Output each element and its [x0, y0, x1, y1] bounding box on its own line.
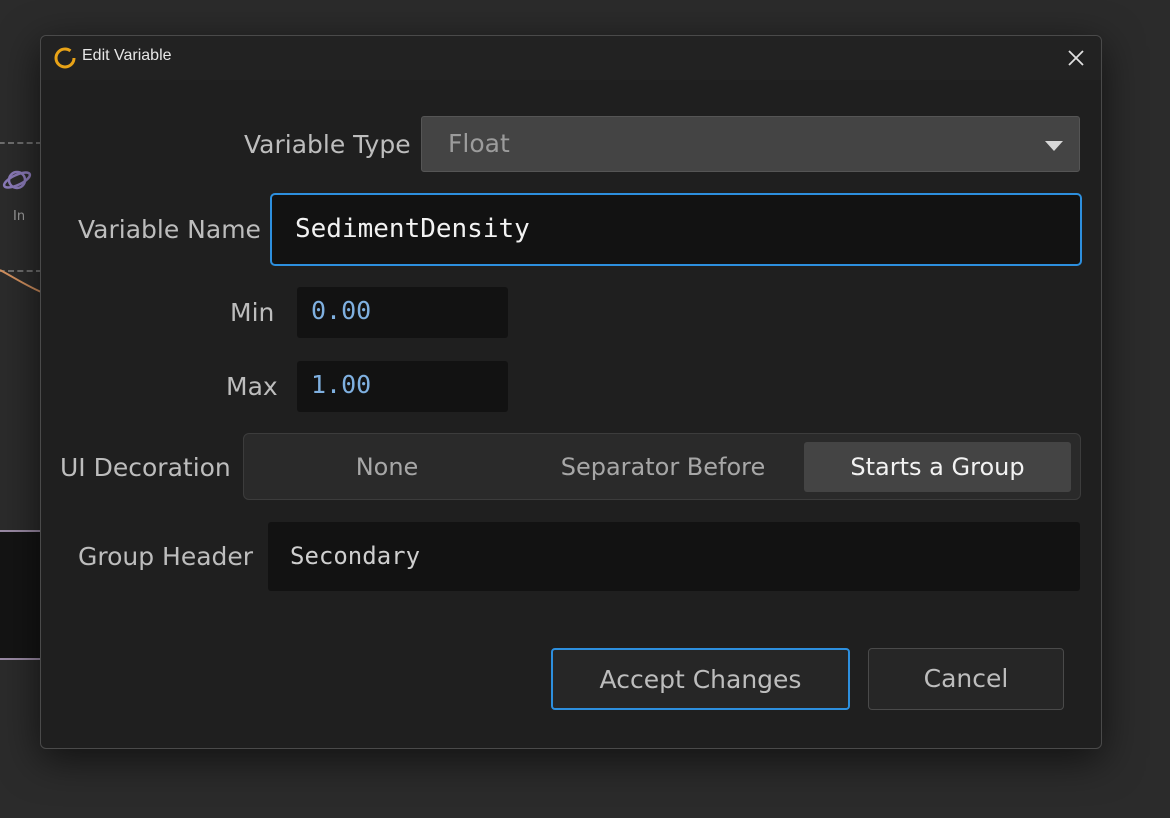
min-value: 0.00 — [311, 296, 372, 325]
accept-changes-button[interactable]: Accept Changes — [551, 648, 850, 710]
ui-decoration-option-separator-before[interactable]: Separator Before — [528, 442, 798, 492]
variable-type-value: Float — [448, 129, 510, 158]
ui-decoration-option-none[interactable]: None — [252, 442, 522, 492]
variable-type-label: Variable Type — [244, 130, 411, 159]
max-label: Max — [226, 372, 278, 401]
close-icon[interactable] — [1063, 45, 1089, 71]
chevron-down-icon — [1045, 141, 1063, 151]
planet-icon — [2, 170, 32, 190]
cancel-button[interactable]: Cancel — [868, 648, 1064, 710]
group-header-value: Secondary — [290, 542, 421, 570]
group-header-input[interactable]: Secondary — [268, 522, 1080, 591]
ui-decoration-label: UI Decoration — [60, 453, 231, 482]
min-label: Min — [230, 298, 275, 327]
max-input[interactable]: 1.00 — [297, 361, 508, 412]
variable-type-select[interactable]: Float — [421, 116, 1080, 172]
variable-name-value: SedimentDensity — [295, 214, 530, 244]
min-input[interactable]: 0.00 — [297, 287, 508, 338]
background-node — [0, 142, 42, 272]
group-header-label: Group Header — [78, 542, 254, 571]
edit-variable-dialog: Edit Variable Variable Type Float Variab… — [40, 35, 1102, 749]
variable-name-label: Variable Name — [78, 215, 261, 244]
dialog-title: Edit Variable — [82, 47, 172, 64]
title-bar[interactable]: Edit Variable — [41, 36, 1101, 80]
background-node — [0, 530, 40, 660]
variable-name-input[interactable]: SedimentDensity — [270, 193, 1082, 266]
node-port-label: In — [13, 209, 26, 224]
max-value: 1.00 — [311, 370, 372, 399]
ui-decoration-option-starts-a-group[interactable]: Starts a Group — [804, 442, 1071, 492]
app-logo-icon — [54, 47, 76, 69]
ui-decoration-segmented-control: None Separator Before Starts a Group — [243, 433, 1081, 500]
